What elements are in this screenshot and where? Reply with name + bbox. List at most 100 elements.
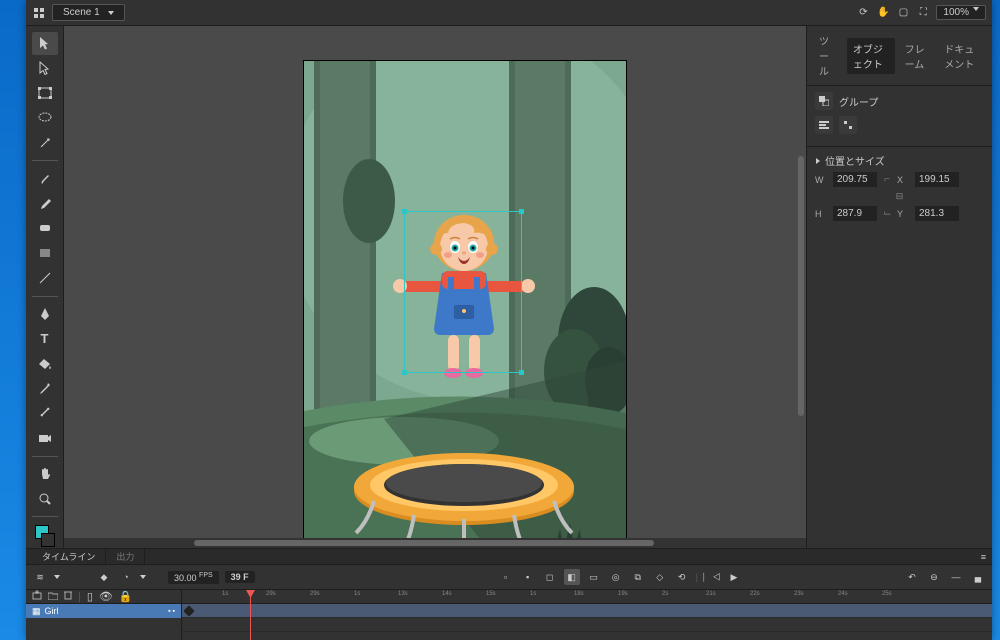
remove-frame-icon[interactable]: ▭ xyxy=(586,569,602,585)
zoom-timeline-icon[interactable]: — xyxy=(948,569,964,585)
layer-type-icon: ▦ xyxy=(32,606,41,617)
w-label: W xyxy=(815,175,827,185)
insert-frame-icon[interactable]: ▫ xyxy=(498,569,514,585)
timeline-panel: タイムライン 出力 ≡ ≋ ◆ ◔ 30.00 FPS 39 F ▫ ▪ ◻ ◧… xyxy=(26,548,992,640)
insert-keyframe-icon[interactable]: ▪ xyxy=(520,569,536,585)
tool-rect[interactable] xyxy=(32,242,58,265)
orientation-icon[interactable]: ⟳ xyxy=(856,6,870,20)
tab-document[interactable]: ドキュメント xyxy=(938,38,986,74)
break-apart-icon[interactable] xyxy=(839,116,857,134)
first-frame-icon[interactable]: ⎸◁ xyxy=(704,569,720,585)
edit-multiple-icon[interactable]: ⧉ xyxy=(630,569,646,585)
timeline-tracks[interactable]: 1s 29s 29s 1s 13s 14s 15s 1s 18s 19s 2s … xyxy=(182,590,992,640)
vertical-scrollbar[interactable] xyxy=(796,26,806,538)
tab-object[interactable]: オブジェクト xyxy=(847,38,895,74)
onion-outlines-icon[interactable]: ◎ xyxy=(608,569,624,585)
track-row[interactable] xyxy=(182,604,992,618)
y-input[interactable] xyxy=(915,206,959,221)
zoom-selector[interactable]: 100% xyxy=(936,5,986,20)
playhead[interactable] xyxy=(250,590,251,640)
fullscreen-icon[interactable]: ⛶ xyxy=(916,6,930,20)
chevron-down-icon xyxy=(108,11,114,15)
marker-icon[interactable]: ◇ xyxy=(652,569,668,585)
app-menu-icon[interactable] xyxy=(32,6,46,20)
color-swatches[interactable] xyxy=(35,525,55,548)
tool-line[interactable] xyxy=(32,267,58,290)
timeline-controls: ≋ ◆ ◔ 30.00 FPS 39 F ▫ ▪ ◻ ◧ ▭ ◎ ⧉ ◇ ⟲ |… xyxy=(26,565,992,589)
x-input[interactable] xyxy=(915,172,959,187)
tool-camera[interactable] xyxy=(32,427,58,450)
tool-hand[interactable] xyxy=(32,463,58,486)
hand-icon[interactable]: ✋ xyxy=(876,6,890,20)
tab-frame[interactable]: フレーム xyxy=(899,38,935,74)
tool-wand[interactable] xyxy=(32,131,58,154)
x-label: X xyxy=(897,175,909,185)
group-label: グループ xyxy=(839,94,878,109)
frame-display[interactable]: 39 F xyxy=(225,571,255,583)
tool-eraser[interactable] xyxy=(32,217,58,240)
layer-visibility-icon[interactable]: 👁 xyxy=(99,590,113,603)
keyframe-icon[interactable]: ◆ xyxy=(96,569,112,585)
tab-timeline[interactable]: タイムライン xyxy=(32,548,106,565)
y-label: Y xyxy=(897,209,909,219)
track-row[interactable] xyxy=(182,618,992,632)
chevron-down-icon[interactable] xyxy=(816,158,820,164)
insert-blank-keyframe-icon[interactable]: ◻ xyxy=(542,569,558,585)
layer-row[interactable] xyxy=(26,618,181,632)
tool-paint-bucket[interactable] xyxy=(32,352,58,375)
timeline-menu-icon[interactable]: ▄ xyxy=(970,569,986,585)
loop-icon[interactable]: ⟲ xyxy=(674,569,690,585)
scene-selector[interactable]: Scene 1 xyxy=(52,4,125,21)
new-layer-icon[interactable] xyxy=(32,590,42,603)
section-group: グループ xyxy=(807,85,992,146)
layer-lock-icon[interactable]: 🔒 xyxy=(119,590,133,603)
chevron-down-icon[interactable] xyxy=(54,575,60,579)
tool-zoom[interactable] xyxy=(32,487,58,510)
tool-subselect[interactable] xyxy=(32,57,58,80)
h-label: H xyxy=(815,209,827,219)
tool-brush[interactable] xyxy=(32,167,58,190)
tab-tools[interactable]: ツール xyxy=(813,30,843,81)
canvas-viewport[interactable] xyxy=(64,26,806,538)
layer-name: Girl xyxy=(45,606,59,616)
undo-icon[interactable]: ↶ xyxy=(904,569,920,585)
artboard[interactable] xyxy=(304,61,626,538)
chevron-down-icon[interactable] xyxy=(140,575,146,579)
fps-display[interactable]: 30.00 FPS xyxy=(168,571,219,584)
tool-free-transform[interactable] xyxy=(32,82,58,105)
tool-pen[interactable] xyxy=(32,303,58,326)
delete-layer-icon[interactable] xyxy=(64,590,72,603)
auto-keyframe-icon[interactable]: ◧ xyxy=(564,569,580,585)
horizontal-scrollbar[interactable] xyxy=(64,538,806,548)
tool-select[interactable] xyxy=(32,32,58,55)
redo-icon[interactable]: ⊖ xyxy=(926,569,942,585)
camera-layer-icon[interactable]: ▯ xyxy=(87,590,93,603)
panel-menu-icon[interactable]: ≡ xyxy=(981,552,986,562)
frame-ruler[interactable]: 1s 29s 29s 1s 13s 14s 15s 1s 18s 19s 2s … xyxy=(182,590,992,604)
tool-bone[interactable] xyxy=(32,402,58,425)
link-icon[interactable]: ⊟ xyxy=(896,191,904,202)
tool-pencil[interactable] xyxy=(32,192,58,215)
tool-column: T xyxy=(26,26,64,548)
fit-icon[interactable]: ▢ xyxy=(896,6,910,20)
tab-output[interactable]: 出力 xyxy=(106,548,145,565)
tool-text[interactable]: T xyxy=(32,327,58,350)
height-input[interactable] xyxy=(833,206,877,221)
chevron-down-icon xyxy=(973,7,979,11)
layer-toolbar: | ▯ 👁 🔒 xyxy=(26,590,181,604)
play-icon[interactable]: ▶ xyxy=(726,569,742,585)
fill-color[interactable] xyxy=(41,533,55,547)
align-icon[interactable] xyxy=(815,116,833,134)
panel-tabs: ツール オブジェクト フレーム ドキュメント xyxy=(807,26,992,85)
layer-row[interactable]: ▦ Girl ▪ ▪ xyxy=(26,604,181,618)
layers-icon[interactable]: ≋ xyxy=(32,569,48,585)
layer-options-icon[interactable]: ▪ ▪ xyxy=(168,608,175,615)
tool-eyedropper[interactable] xyxy=(32,377,58,400)
separator xyxy=(32,516,58,517)
properties-panel: ツール オブジェクト フレーム ドキュメント グループ 位置とサイズ W xyxy=(806,26,992,548)
onion-skin-icon[interactable]: ◔ xyxy=(118,569,134,585)
tool-lasso[interactable] xyxy=(32,107,58,130)
new-folder-icon[interactable] xyxy=(48,591,58,603)
section-position-size: 位置とサイズ W ⌐ X ⊟ H ⌙ Y xyxy=(807,146,992,233)
width-input[interactable] xyxy=(833,172,877,187)
